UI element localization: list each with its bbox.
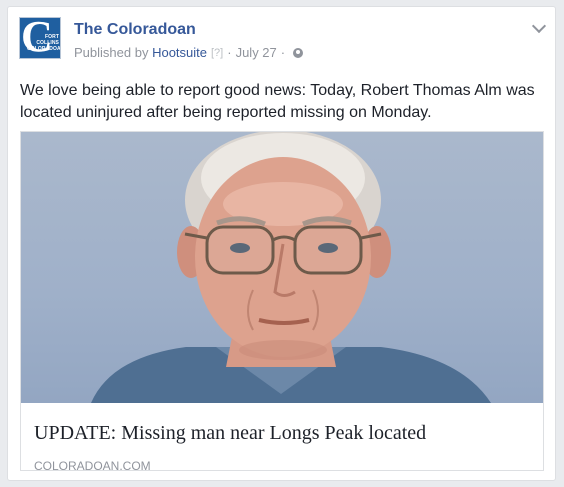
publisher-link[interactable]: Hootsuite: [152, 45, 207, 60]
link-preview-image[interactable]: [21, 132, 543, 403]
chevron-down-icon[interactable]: [531, 18, 547, 34]
link-preview-card[interactable]: UPDATE: Missing man near Longs Peak loca…: [20, 131, 544, 473]
link-domain: COLORADOAN.COM: [34, 459, 151, 473]
globe-icon[interactable]: [293, 47, 304, 58]
post-text: We love being able to report good news: …: [20, 82, 535, 121]
post-meta: Published by Hootsuite [?] · July 27 ·: [74, 45, 304, 60]
separator-dot: ·: [280, 45, 286, 60]
published-by-label: Published by: [74, 45, 149, 60]
page-avatar[interactable]: C FORT COLLINS COLORADOAN: [19, 17, 61, 59]
separator-dot: ·: [227, 45, 232, 60]
page-name-link[interactable]: The Coloradoan: [74, 21, 196, 39]
portrait-illustration: [91, 132, 491, 403]
help-link[interactable]: [?]: [211, 47, 223, 59]
post-card: C FORT COLLINS COLORADOAN The Coloradoan…: [7, 6, 556, 481]
link-title[interactable]: UPDATE: Missing man near Longs Peak loca…: [34, 422, 426, 445]
avatar-logo-text: FORT COLLINS COLORADOAN: [27, 34, 61, 52]
post-date-link[interactable]: July 27: [236, 45, 277, 60]
